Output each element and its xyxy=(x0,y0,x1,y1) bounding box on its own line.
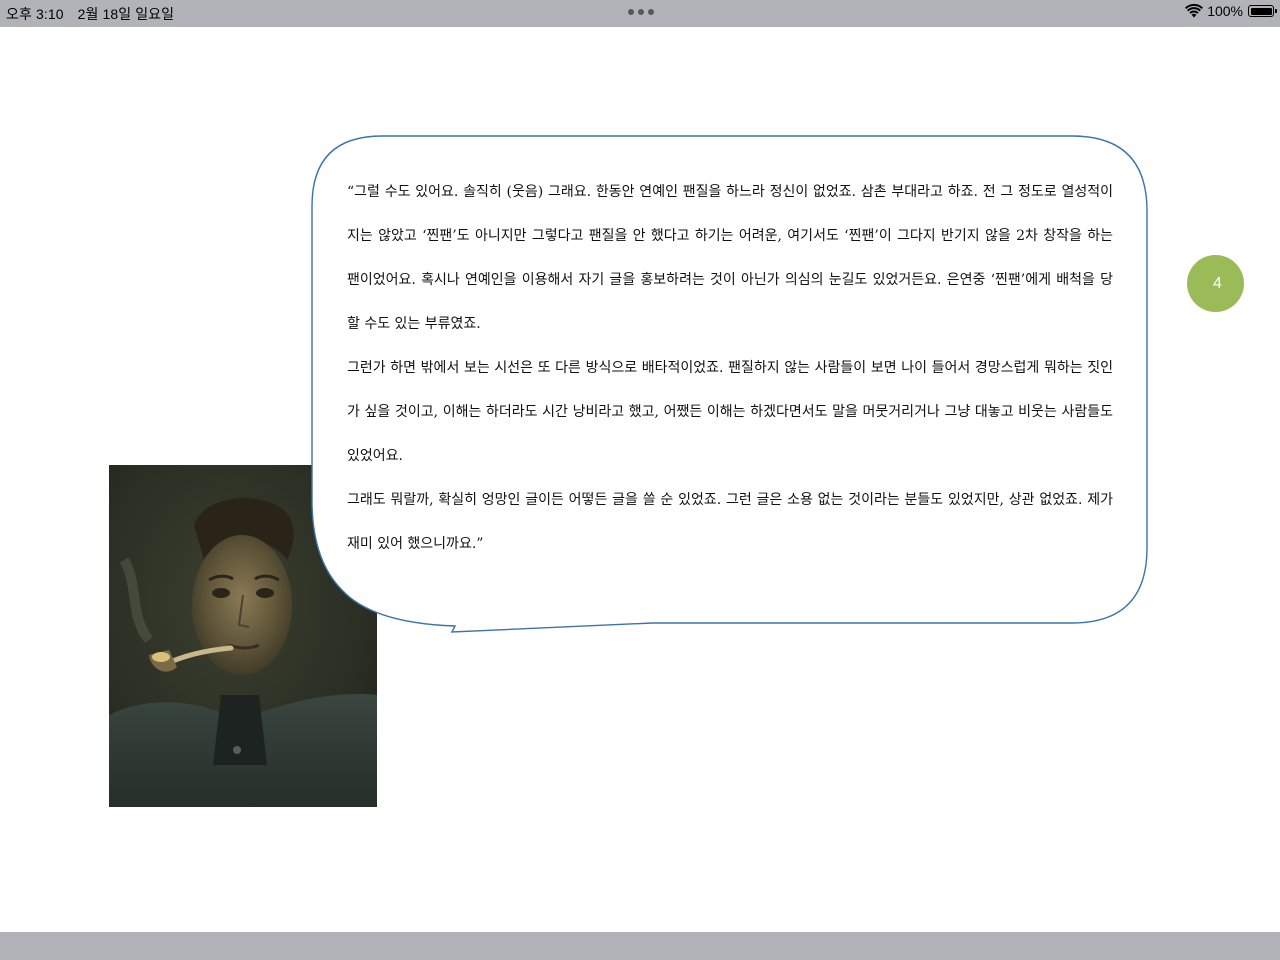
status-time: 오후 3:10 xyxy=(6,6,64,22)
page-number-badge: 4 xyxy=(1187,255,1244,312)
quote-paragraph: 그런가 하면 밖에서 보는 시선은 또 다른 방식으로 배타적이었죠. 팬질하지… xyxy=(347,360,1113,464)
page-number: 4 xyxy=(1213,275,1222,292)
portrait-image xyxy=(109,465,377,807)
status-indicators: 100% xyxy=(1185,3,1277,19)
bottom-bar xyxy=(0,932,1280,960)
status-date: 2월 18일 일요일 xyxy=(77,6,175,22)
battery-percent: 100% xyxy=(1207,3,1243,19)
quote-paragraph: “그럴 수도 있어요. 솔직히 (웃음) 그래요. 한동안 연예인 팬질을 하느… xyxy=(347,184,1113,332)
multitask-dots-icon[interactable] xyxy=(628,9,654,15)
quote-paragraph: 그래도 뭐랄까, 확실히 엉망인 글이든 어떻든 글을 쓸 순 있었죠. 그런 … xyxy=(347,492,1113,552)
status-bar: 오후 3:10 2월 18일 일요일 100% xyxy=(0,0,1280,27)
status-datetime: 오후 3:10 2월 18일 일요일 xyxy=(6,4,174,24)
battery-full-icon xyxy=(1248,5,1277,17)
wifi-icon xyxy=(1185,4,1204,18)
portrait-painting xyxy=(109,465,377,807)
quote-text: “그럴 수도 있어요. 솔직히 (웃음) 그래요. 한동안 연예인 팬질을 하느… xyxy=(347,170,1113,566)
